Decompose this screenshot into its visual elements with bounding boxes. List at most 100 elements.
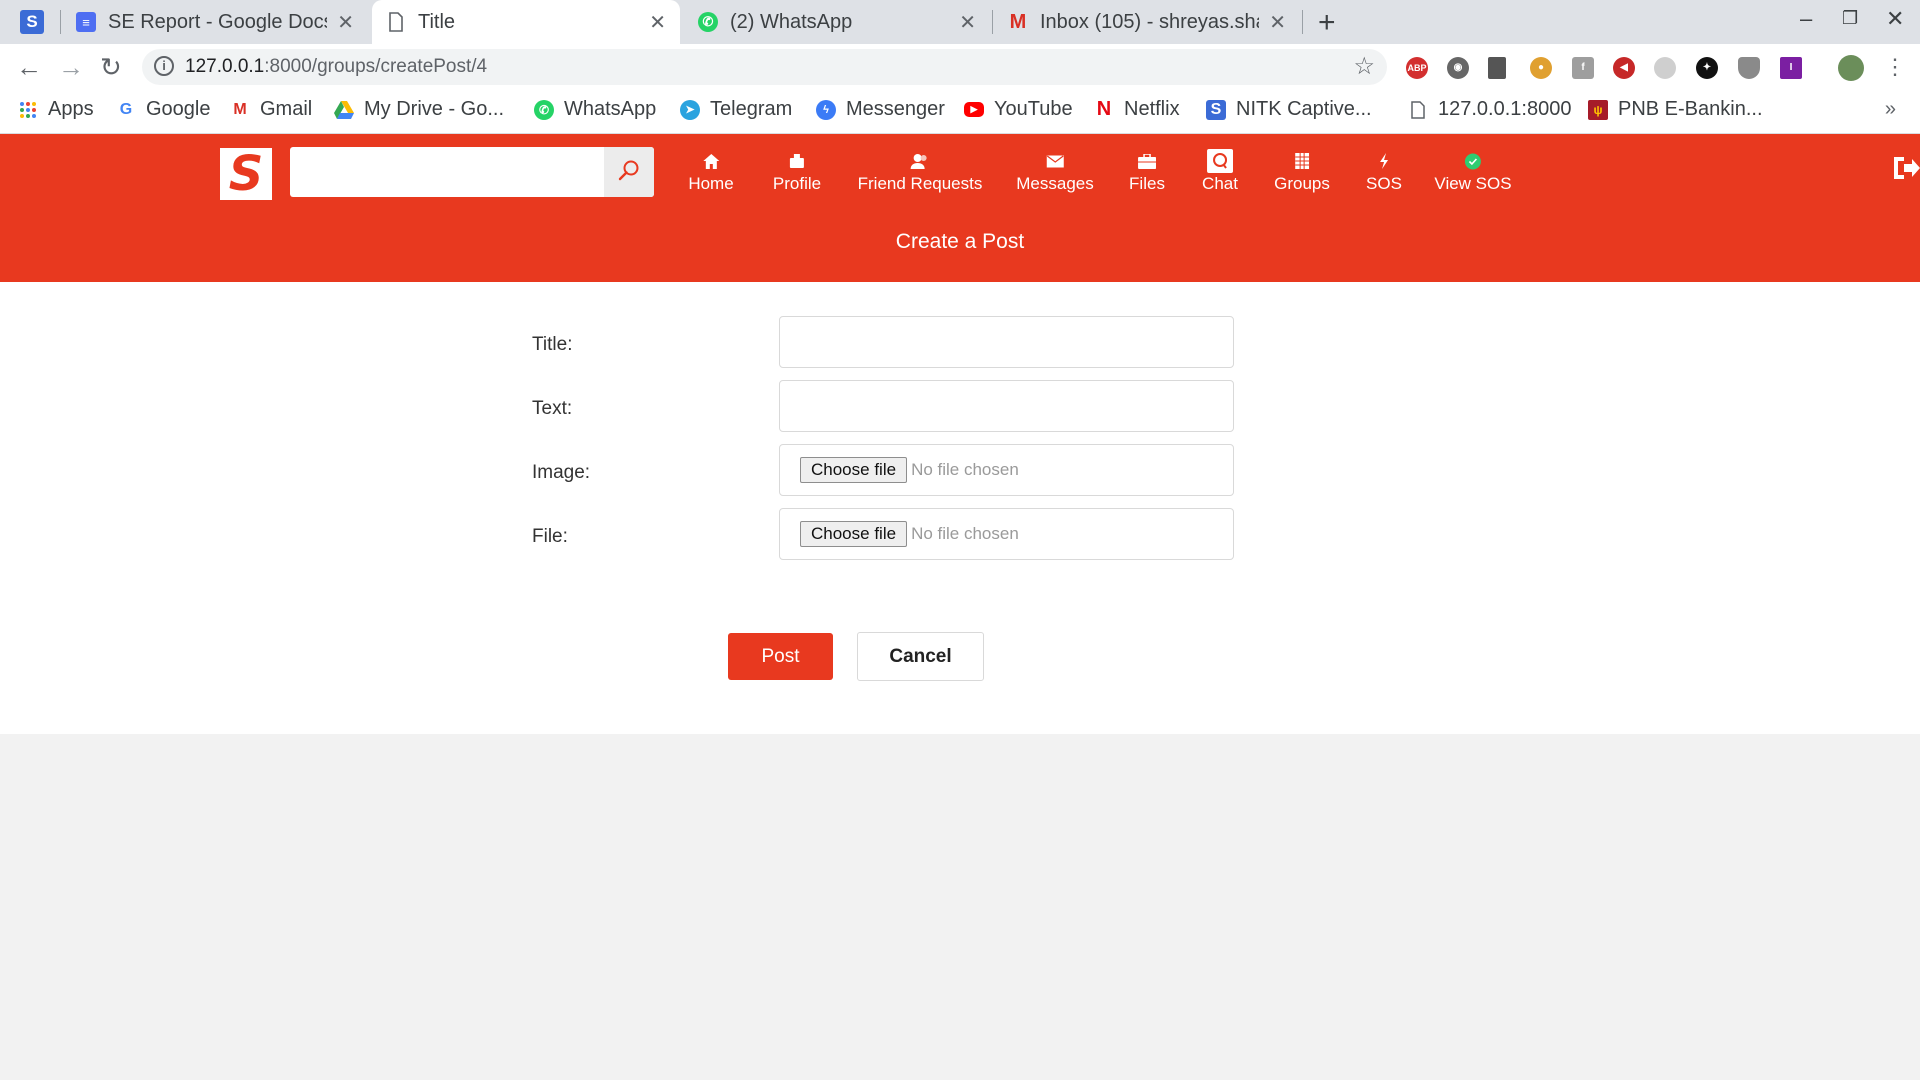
extension-film-icon[interactable]: ◉ [1447, 57, 1469, 79]
bookmark-label: Apps [48, 98, 94, 120]
tab-title: (2) WhatsApp [730, 10, 853, 33]
bookmark-apps[interactable]: Apps [18, 98, 94, 121]
extension-panel-icon[interactable] [1488, 57, 1506, 79]
extension-tree-icon[interactable] [1654, 57, 1676, 79]
bookmarks-bar: Apps G Google M Gmail My Drive - Go... ✆ Wh… [0, 90, 1920, 134]
shield-icon[interactable] [1738, 57, 1760, 79]
messenger-icon: ϟ [816, 99, 836, 120]
minimize-icon[interactable]: – [1800, 6, 1812, 32]
bookmark-pnb[interactable]: ψ PNB E-Bankin... [1588, 98, 1763, 121]
image-file-status: No file chosen [911, 460, 1019, 479]
text-input[interactable] [779, 380, 1234, 432]
title-input[interactable] [779, 316, 1234, 368]
create-post-form: Title: Text: Image: Choose file No file … [0, 282, 1920, 734]
pnb-icon: ψ [1588, 99, 1608, 120]
nav-chat[interactable]: Chat [1202, 149, 1238, 194]
friend-requests-icon [858, 152, 983, 170]
pinned-tab[interactable]: S [20, 10, 44, 34]
groups-icon [1274, 152, 1330, 170]
search-input[interactable] [290, 147, 604, 197]
nav-label: Messages [1016, 174, 1094, 193]
extension-purple-icon[interactable]: I [1780, 57, 1802, 79]
restore-icon[interactable]: ❐ [1842, 8, 1858, 29]
nitk-icon: S [1206, 99, 1226, 120]
nav-view-sos[interactable]: View SOS [1434, 152, 1512, 194]
file-label: File: [532, 526, 568, 547]
logo-letter: S [228, 146, 264, 202]
close-icon[interactable]: ✕ [959, 10, 976, 35]
nav-home[interactable]: Home [688, 152, 734, 194]
nav-friend-requests[interactable]: Friend Requests [857, 152, 983, 194]
bookmark-nitk[interactable]: S NITK Captive... [1206, 98, 1372, 121]
bookmark-drive[interactable]: My Drive - Go... [334, 98, 504, 121]
netflix-icon: N [1096, 98, 1112, 120]
image-label: Image: [532, 462, 591, 483]
nav-label: Files [1129, 174, 1165, 193]
bookmarks-overflow-icon[interactable]: » [1885, 98, 1896, 121]
nav-groups[interactable]: Groups [1274, 152, 1330, 194]
messages-icon [1016, 152, 1093, 170]
tab-se-report[interactable]: ≡ SE Report - Google Docs ✕ [62, 0, 368, 44]
window-close-icon[interactable]: ✕ [1886, 6, 1904, 32]
page-icon [1408, 100, 1428, 120]
bookmark-netflix[interactable]: N Netflix [1094, 98, 1180, 121]
image-file-input: Choose file No file chosen [779, 444, 1234, 496]
bookmark-messenger[interactable]: ϟ Messenger [816, 98, 945, 121]
profile-icon [773, 152, 821, 170]
avatar[interactable] [1838, 55, 1864, 81]
nav-sos[interactable]: SOS [1366, 152, 1402, 194]
gmail-icon: M [1009, 10, 1027, 33]
menu-dots-icon[interactable]: ⋮ [1884, 54, 1906, 80]
new-tab-button[interactable]: + [1318, 6, 1336, 40]
reload-icon[interactable]: ↻ [100, 52, 122, 83]
tab-gmail[interactable]: M Inbox (105) - shreyas.shan ✕ [994, 0, 1300, 44]
page-icon [386, 12, 406, 32]
address-bar[interactable]: i 127.0.0.1:8000/groups/createPost/4 ☆ [142, 49, 1387, 85]
image-choose-file-button[interactable]: Choose file [800, 457, 908, 483]
tab-separator [992, 10, 993, 34]
bookmark-localhost[interactable]: 127.0.0.1:8000 [1408, 98, 1571, 121]
post-button[interactable]: Post [728, 633, 833, 680]
logout-icon[interactable] [1892, 154, 1920, 182]
tab-whatsapp[interactable]: ✆ (2) WhatsApp ✕ [684, 0, 990, 44]
nav-messages[interactable]: Messages [1016, 152, 1094, 194]
bookmark-label: Netflix [1124, 98, 1180, 120]
close-icon[interactable]: ✕ [1269, 10, 1286, 35]
drive-icon [334, 100, 354, 120]
bookmark-label: PNB E-Bankin... [1618, 98, 1763, 120]
bookmark-google[interactable]: G Google [116, 98, 211, 121]
site-info-icon[interactable]: i [154, 56, 174, 76]
extension-f-icon[interactable]: f [1572, 57, 1594, 79]
adblock-icon[interactable]: ABP [1406, 57, 1428, 79]
tab-separator [1302, 10, 1303, 34]
file-file-status: No file chosen [911, 524, 1019, 543]
bookmark-telegram[interactable]: ➤ Telegram [680, 98, 792, 121]
extension-record-icon[interactable]: ◀ [1613, 57, 1635, 79]
bookmark-star-icon[interactable]: ☆ [1353, 52, 1375, 81]
cookie-icon[interactable]: ● [1530, 57, 1552, 79]
nav-profile[interactable]: Profile [773, 152, 821, 194]
nav-label: Friend Requests [857, 174, 983, 193]
bookmark-label: YouTube [994, 98, 1073, 120]
forward-icon[interactable]: → [58, 52, 84, 83]
nav-files[interactable]: Files [1129, 152, 1165, 194]
close-icon[interactable]: ✕ [337, 10, 354, 35]
bookmark-whatsapp[interactable]: ✆ WhatsApp [534, 98, 656, 121]
file-choose-file-button[interactable]: Choose file [800, 521, 908, 547]
bookmark-youtube[interactable]: ▶ YouTube [964, 98, 1073, 121]
site-header: S Home Profile Friend Requests Messages [0, 134, 1920, 282]
back-icon[interactable]: ← [16, 52, 42, 83]
nav-label: View SOS [1434, 174, 1512, 193]
home-icon [688, 152, 733, 170]
tab-title-active[interactable]: Title ✕ [372, 0, 680, 44]
tab-title: Inbox (105) - shreyas.shan [1040, 10, 1260, 33]
files-icon [1129, 152, 1165, 170]
close-icon[interactable]: ✕ [649, 10, 666, 35]
site-logo[interactable]: S [220, 148, 272, 200]
nav-label: Chat [1202, 174, 1238, 193]
extension-gnome-icon[interactable]: ✦ [1696, 57, 1718, 79]
bookmark-gmail[interactable]: M Gmail [230, 98, 312, 121]
search-button[interactable] [604, 147, 654, 197]
cancel-button[interactable]: Cancel [857, 632, 984, 681]
bookmark-label: NITK Captive... [1236, 98, 1372, 120]
